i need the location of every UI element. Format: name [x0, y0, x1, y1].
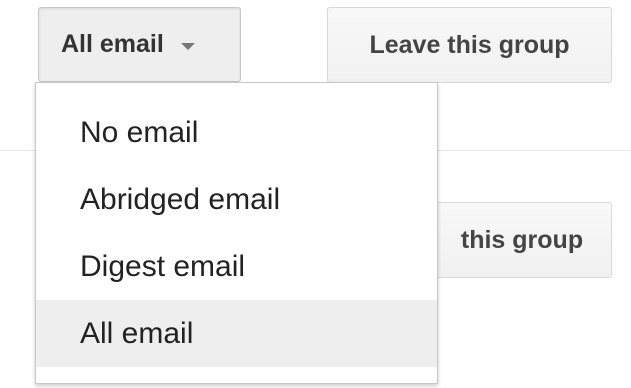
- leave-group-button[interactable]: Leave this group: [327, 7, 612, 83]
- email-frequency-label: All email: [61, 30, 164, 58]
- menu-item-digest-email[interactable]: Digest email: [36, 233, 437, 300]
- group-settings-page: All email Leave this group this group No…: [0, 0, 631, 388]
- email-frequency-menu: No email Abridged email Digest email All…: [35, 82, 438, 384]
- menu-item-all-email[interactable]: All email: [36, 300, 437, 367]
- email-frequency-dropdown[interactable]: All email: [38, 7, 241, 82]
- menu-item-no-email[interactable]: No email: [36, 99, 437, 166]
- menu-item-abridged-email[interactable]: Abridged email: [36, 166, 437, 233]
- leave-group-label: Leave this group: [369, 30, 570, 59]
- chevron-down-icon: [180, 42, 195, 50]
